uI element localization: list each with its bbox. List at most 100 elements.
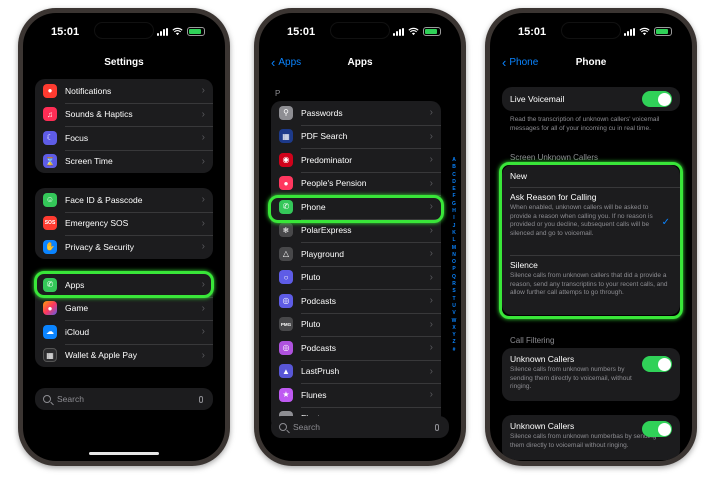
index-letter[interactable]: # <box>453 347 456 354</box>
app-row-flunes[interactable]: ★ Flunes › <box>271 383 441 407</box>
index-letter[interactable]: L <box>452 237 455 244</box>
index-letter[interactable]: M <box>452 245 456 252</box>
settings-group-notifications: ● Notifications › ♫ Sounds & Haptics › ☾… <box>35 79 213 173</box>
filter-desc: Silence calls from unknown numberbas by … <box>510 433 657 449</box>
battery-icon <box>423 27 441 36</box>
row-label: Predominator <box>301 154 353 165</box>
settings-row-sos[interactable]: SOS Emergency SOS › <box>35 211 213 236</box>
index-letter[interactable]: C <box>452 172 456 179</box>
phone-apps: 15:01 ‹ Apps Apps P ⚲ Passwords › ▦ PDF Sear… <box>254 8 466 466</box>
app-row-playground[interactable]: △ Playground › <box>271 242 441 266</box>
row-label: Wallet & Apple Pay <box>65 350 137 361</box>
settings-row-icloud[interactable]: ☁ iCloud › <box>35 320 213 344</box>
option-ask-reason[interactable]: Ask Reason for Calling When enabled, unk… <box>510 192 664 238</box>
app-row-phone[interactable]: ✆ Phone › <box>271 195 441 219</box>
index-letter[interactable]: Y <box>452 332 455 339</box>
unknown-callers-toggle[interactable] <box>642 356 672 372</box>
live-voicemail-toggle[interactable] <box>642 91 672 107</box>
row-label: Playground <box>301 248 345 259</box>
index-letter[interactable]: Q <box>452 274 456 281</box>
index-letter[interactable]: I <box>453 215 454 222</box>
index-letter[interactable]: X <box>452 325 455 332</box>
index-letter[interactable]: P <box>452 266 455 273</box>
chevron-right-icon: › <box>429 342 433 354</box>
app-row-pluto[interactable]: ○ Pluto › <box>271 265 441 290</box>
unknown-callers-toggle-2[interactable] <box>642 421 672 437</box>
app-row-predominator[interactable]: ◉ Predominator › <box>271 148 441 172</box>
app-row-pluto-2[interactable]: PMG Pluto › <box>271 312 441 337</box>
row-label: Phone <box>301 201 326 212</box>
search-input[interactable]: Search <box>271 416 449 438</box>
index-letter[interactable]: N <box>452 252 456 259</box>
index-letter[interactable]: J <box>453 223 456 230</box>
option-new[interactable]: New <box>510 171 527 181</box>
screen: 15:01 Settings ● Notifications › ♫ Sound… <box>23 13 225 461</box>
app-row-pdf-search[interactable]: ▦ PDF Search › <box>271 124 441 149</box>
nav-bar: ‹ Phone Phone <box>490 53 692 73</box>
app-row-polarexpress[interactable]: ❄ PolarExpress › <box>271 218 441 243</box>
chevron-right-icon: › <box>429 271 433 283</box>
index-letter[interactable]: B <box>452 164 456 171</box>
index-letter[interactable]: V <box>452 310 455 317</box>
hand-icon: ✋ <box>43 239 57 254</box>
settings-row-privacy[interactable]: ✋ Privacy & Security › <box>35 235 213 259</box>
alphabet-index[interactable]: A B C D E F G H I J K L M N O P Q R S T U V W X Y Z # <box>450 157 458 354</box>
signal-icon <box>393 27 404 36</box>
live-voicemail-toggle-row[interactable]: Live Voicemail <box>502 87 680 111</box>
settings-row-wallet[interactable]: ▦ Wallet & Apple Pay › <box>35 343 213 368</box>
row-label: Flunes <box>301 389 327 400</box>
row-label: LastPrush <box>301 366 340 377</box>
back-label: Apps <box>278 57 302 68</box>
chevron-right-icon: › <box>429 224 433 236</box>
settings-row-screen-time[interactable]: ⌛ Screen Time › <box>35 149 213 174</box>
index-letter[interactable]: A <box>452 157 456 164</box>
index-letter[interactable]: R <box>452 281 456 288</box>
settings-row-notifications[interactable]: ● Notifications › <box>35 79 213 103</box>
moon-icon: ☾ <box>43 130 57 145</box>
pension-icon: ● <box>279 176 293 191</box>
live-voicemail-row[interactable]: Live Voicemail <box>502 87 680 111</box>
app-row-passwords[interactable]: ⚲ Passwords › <box>271 101 441 125</box>
app-row-peoples-pension[interactable]: ● People's Pension › <box>271 171 441 196</box>
settings-row-focus[interactable]: ☾ Focus › <box>35 126 213 150</box>
row-label: Emergency SOS <box>65 218 129 229</box>
signal-icon <box>157 27 168 36</box>
app-row-podcasts[interactable]: ◎ Podcasts › <box>271 289 441 313</box>
index-letter[interactable]: K <box>452 230 456 237</box>
call-filtering-header: Call Filtering <box>510 336 555 345</box>
index-letter[interactable]: H <box>452 208 456 215</box>
status-time: 15:01 <box>287 26 316 38</box>
nav-bar: ‹ Apps Apps <box>259 53 461 73</box>
back-button[interactable]: ‹ Apps <box>271 53 301 73</box>
index-letter[interactable]: G <box>452 201 456 208</box>
search-icon <box>43 395 51 403</box>
index-letter[interactable]: U <box>452 303 456 310</box>
index-letter[interactable]: S <box>452 288 455 295</box>
section-letter: P <box>275 89 281 98</box>
index-letter[interactable]: E <box>452 186 455 193</box>
settings-row-face-id[interactable]: ☺ Face ID & Passcode › <box>35 188 213 212</box>
chevron-right-icon: › <box>429 154 433 166</box>
wifi-icon <box>172 27 183 36</box>
pmg-icon: PMG <box>279 317 293 332</box>
settings-row-game[interactable]: ● Game › <box>35 296 213 321</box>
index-letter[interactable]: O <box>452 259 456 266</box>
settings-row-apps[interactable]: ✆ Apps › <box>35 273 213 297</box>
index-letter[interactable]: T <box>452 296 455 303</box>
app-row-lastprush[interactable]: ▲ LastPrush › <box>271 359 441 384</box>
back-button[interactable]: ‹ Phone <box>502 53 538 73</box>
microphone-icon[interactable] <box>435 423 439 431</box>
chevron-right-icon: › <box>201 155 205 167</box>
option-silence[interactable]: Silence Silence calls from unknown calle… <box>510 260 670 298</box>
home-indicator[interactable] <box>89 452 159 455</box>
index-letter[interactable]: F <box>452 193 455 200</box>
index-letter[interactable]: D <box>452 179 456 186</box>
chevron-left-icon: ‹ <box>502 55 507 70</box>
app-row-podcasts-2[interactable]: ◎ Podcasts › <box>271 336 441 360</box>
microphone-icon[interactable] <box>199 395 203 403</box>
search-input[interactable]: Search <box>35 388 213 410</box>
screen-unknown-options: New Ask Reason for Calling When enabled,… <box>502 165 680 315</box>
index-letter[interactable]: Z <box>452 339 455 346</box>
index-letter[interactable]: W <box>452 318 457 325</box>
settings-row-sounds[interactable]: ♫ Sounds & Haptics › <box>35 102 213 127</box>
